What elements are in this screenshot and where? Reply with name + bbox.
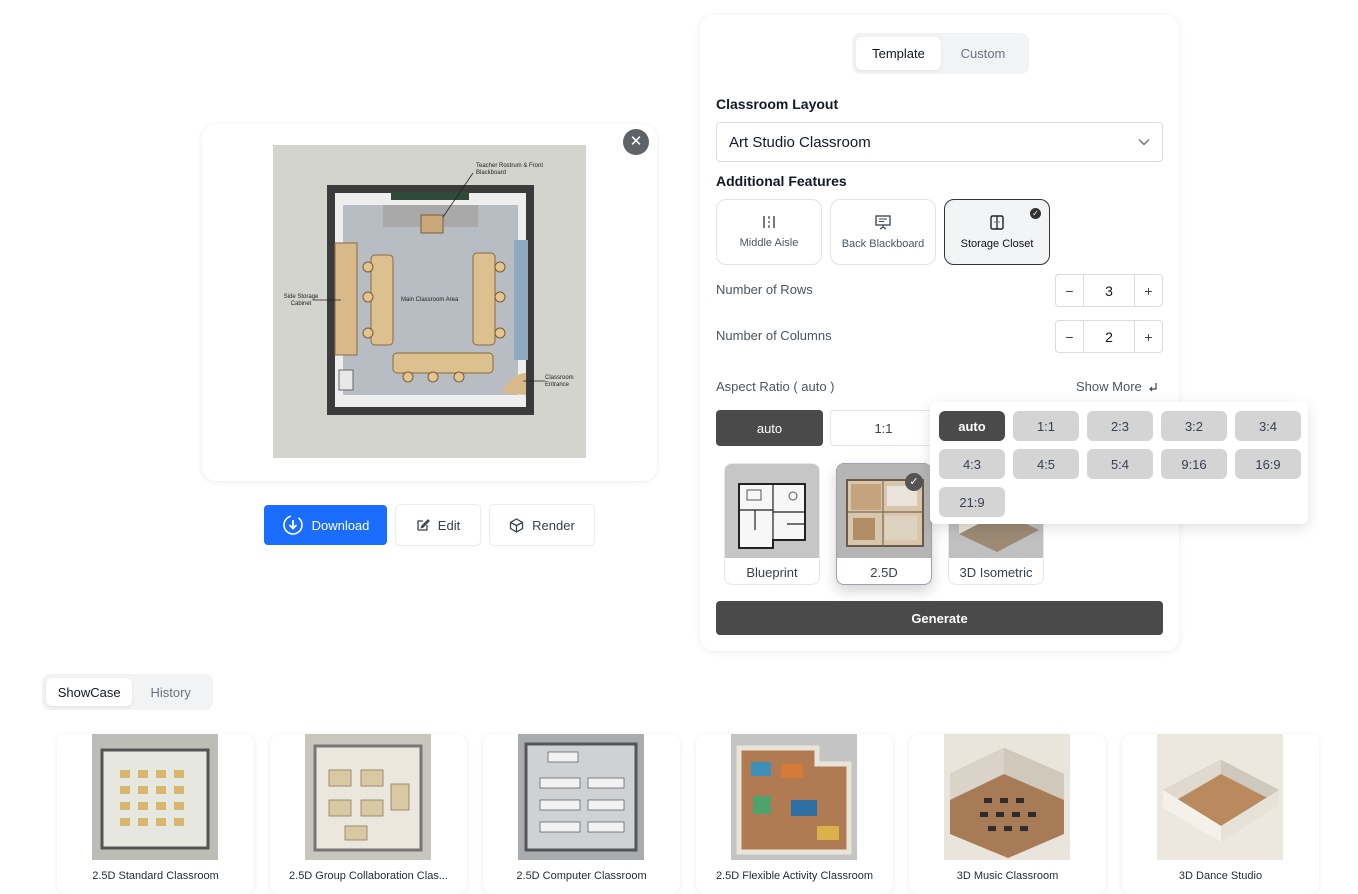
showcase-label: 2.5D Flexible Activity Classroom — [715, 870, 874, 882]
download-label: Download — [311, 517, 370, 533]
tab-custom[interactable]: Custom — [941, 37, 1025, 70]
check-icon: ✓ — [905, 473, 923, 491]
rows-increment-button[interactable]: + — [1135, 275, 1162, 306]
rows-label: Number of Rows — [716, 282, 813, 297]
columns-decrement-button[interactable]: − — [1056, 321, 1083, 352]
render-button[interactable]: Render — [490, 505, 594, 545]
aspect-ratio-dropdown: auto 1:1 2:3 3:2 3:4 4:3 4:5 5:4 9:16 16… — [930, 402, 1308, 524]
feature-storage-closet[interactable]: ✓ Storage Closet — [944, 199, 1050, 265]
layout-value: Art Studio Classroom — [729, 133, 871, 151]
columns-label: Number of Columns — [716, 328, 832, 343]
edit-label: Edit — [437, 517, 461, 533]
close-icon[interactable]: ✕ — [623, 129, 649, 155]
showcase-card[interactable]: 3D Music Classroom — [909, 734, 1106, 894]
showcase-label: 2.5D Standard Classroom — [92, 870, 219, 882]
style-2-5d-thumbnail: ✓ — [837, 464, 931, 558]
showcase-thumbnail — [731, 734, 857, 860]
showcase-card[interactable]: 2.5D Standard Classroom — [57, 734, 254, 894]
config-panel: Template Custom Classroom Layout Art Stu… — [700, 15, 1179, 651]
ratio-option-9-16[interactable]: 9:16 — [1161, 449, 1227, 479]
ratio-auto-button[interactable]: auto — [716, 410, 823, 446]
tab-showcase[interactable]: ShowCase — [46, 678, 133, 706]
entrance-label: Classroom Entrance — [545, 375, 574, 388]
aspect-ratio-label: Aspect Ratio ( auto ) — [716, 379, 835, 394]
ratio-option-auto[interactable]: auto — [939, 411, 1005, 441]
layout-label: Classroom Layout — [716, 96, 839, 112]
check-icon: ✓ — [1030, 208, 1041, 219]
showcase-label: 2.5D Computer Classroom — [516, 870, 647, 882]
cube-icon — [510, 517, 524, 533]
features-label: Additional Features — [716, 173, 847, 189]
ratio-option-4-3[interactable]: 4:3 — [939, 449, 1005, 479]
edit-icon — [417, 519, 430, 531]
download-button[interactable]: Download — [264, 505, 387, 545]
ratio-option-5-4[interactable]: 5:4 — [1087, 449, 1153, 479]
showcase-thumbnail — [305, 734, 431, 860]
render-label: Render — [532, 517, 575, 533]
showcase-thumbnail — [518, 734, 644, 860]
style-2-5d[interactable]: ✓ 2.5D — [836, 463, 932, 585]
corner-arrow-icon — [1148, 382, 1157, 391]
ratio-1-1-button[interactable]: 1:1 — [830, 410, 937, 446]
showcase-card[interactable]: 3D Dance Studio — [1122, 734, 1319, 894]
mode-tabs: Template Custom — [852, 33, 1029, 74]
storage-label: Side Storage Cabinet — [283, 294, 319, 307]
generate-button[interactable]: Generate — [716, 601, 1163, 635]
blueprint-thumbnail — [725, 464, 819, 558]
feature-label: Storage Closet — [960, 237, 1034, 250]
show-more-label: Show More — [1076, 379, 1142, 394]
tab-history[interactable]: History — [132, 678, 209, 706]
showcase-thumbnail — [944, 734, 1070, 860]
showcase-label: 3D Music Classroom — [956, 870, 1059, 882]
style-label: 2.5D — [870, 564, 898, 580]
ratio-option-1-1[interactable]: 1:1 — [1013, 411, 1079, 441]
preview-card: Teacher Rostrum & Front Blackboard Side … — [202, 124, 657, 481]
columns-stepper: − 2 + — [1055, 320, 1163, 353]
showcase-card[interactable]: 2.5D Flexible Activity Classroom — [696, 734, 893, 894]
edit-button[interactable]: Edit — [396, 505, 480, 545]
rostrum-label: Teacher Rostrum & Front Blackboard — [476, 163, 544, 176]
layout-select[interactable]: Art Studio Classroom — [716, 122, 1163, 162]
feature-label: Middle Aisle — [739, 237, 799, 249]
showcase-thumbnail — [1157, 734, 1283, 860]
columns-value[interactable]: 2 — [1083, 321, 1135, 352]
middle-aisle-icon — [763, 216, 775, 228]
chevron-down-icon — [1138, 139, 1150, 146]
closet-icon — [990, 214, 1004, 230]
download-icon — [282, 515, 303, 535]
gallery-tabs: ShowCase History — [42, 674, 213, 710]
feature-middle-aisle[interactable]: Middle Aisle — [716, 199, 822, 265]
tab-template[interactable]: Template — [856, 37, 941, 70]
ratio-option-3-2[interactable]: 3:2 — [1161, 411, 1227, 441]
ratio-option-16-9[interactable]: 16:9 — [1235, 449, 1301, 479]
style-blueprint[interactable]: Blueprint — [724, 463, 820, 585]
rows-value[interactable]: 3 — [1083, 275, 1135, 306]
showcase-label: 3D Dance Studio — [1178, 870, 1263, 882]
showcase-card[interactable]: 2.5D Group Collaboration Clas... — [270, 734, 467, 894]
floorplan-preview-image: Teacher Rostrum & Front Blackboard Side … — [273, 145, 586, 458]
show-more-button[interactable]: Show More — [1076, 379, 1158, 394]
showcase-label: 2.5D Group Collaboration Clas... — [289, 870, 448, 882]
ratio-option-4-5[interactable]: 4:5 — [1013, 449, 1079, 479]
ratio-option-21-9[interactable]: 21:9 — [939, 487, 1005, 517]
style-label: Blueprint — [746, 564, 798, 580]
rows-stepper: − 3 + — [1055, 274, 1163, 307]
showcase-card[interactable]: 2.5D Computer Classroom — [483, 734, 680, 894]
ratio-option-3-4[interactable]: 3:4 — [1235, 411, 1301, 441]
columns-increment-button[interactable]: + — [1135, 321, 1162, 352]
showcase-thumbnail — [92, 734, 218, 860]
rows-decrement-button[interactable]: − — [1056, 275, 1083, 306]
blackboard-icon — [875, 214, 891, 229]
main-area-label: Main Classroom Area — [401, 297, 459, 303]
style-label: 3D Isometric — [959, 564, 1033, 580]
feature-label: Back Blackboard — [841, 237, 925, 250]
feature-back-blackboard[interactable]: Back Blackboard — [830, 199, 936, 265]
ratio-option-2-3[interactable]: 2:3 — [1087, 411, 1153, 441]
